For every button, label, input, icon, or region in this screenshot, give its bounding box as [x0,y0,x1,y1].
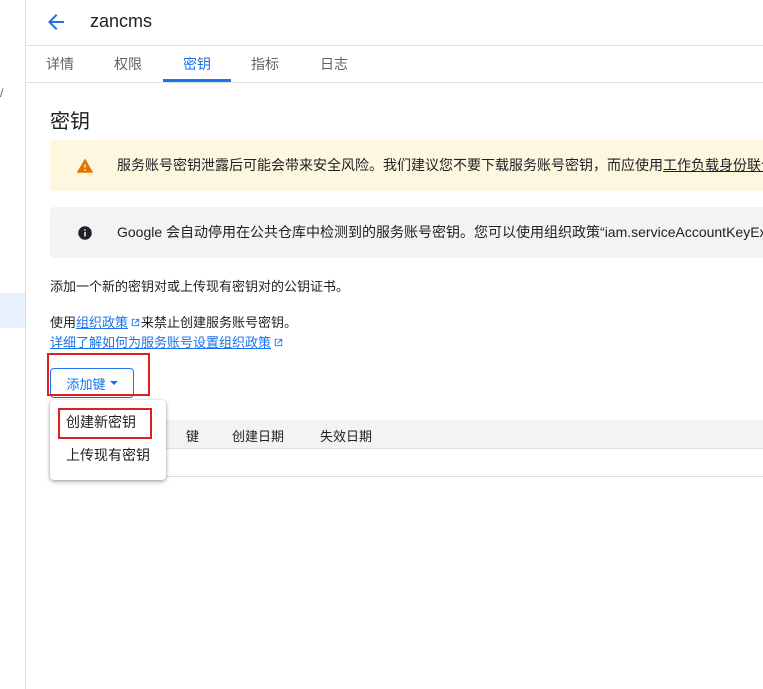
policy-suffix: 来禁止创建服务账号密钥。 [141,315,298,330]
add-key-label: 添加键 [66,376,106,392]
tab-metrics[interactable]: 指标 [241,46,289,82]
warning-text: 服务账号密钥泄露后可能会带来安全风险。我们建议您不要下载服务账号密钥，而应使用 [117,157,663,173]
learn-more-line: 详细了解如何为服务账号设置组织政策 [50,332,284,351]
workload-identity-link[interactable]: 工作负载身份联合 [663,157,763,173]
learn-more-link[interactable]: 详细了解如何为服务账号设置组织政策 [50,335,271,350]
left-nav-rail: / [0,0,26,689]
page-title: zancms [90,11,153,31]
warning-banner: 服务账号密钥泄露后可能会带来安全风险。我们建议您不要下载服务账号密钥，而应使用工… [50,140,763,191]
tab-permissions[interactable]: 权限 [104,46,152,82]
rail-mark: / [0,86,4,100]
back-arrow-icon[interactable] [44,10,68,34]
info-banner: Google 会自动停用在公共仓库中检测到的服务账号密钥。您可以使用组织政策“i… [50,207,763,258]
active-tab-indicator [163,79,231,82]
column-header-expires: 失效日期 [320,429,373,444]
warning-icon [76,158,94,173]
column-header-key: 键 [186,429,200,444]
rail-selected-item[interactable] [0,293,25,328]
policy-line: 使用组织政策 来禁止创建服务账号密钥。 [50,312,297,331]
external-link-icon [131,318,140,327]
menu-item-upload-existing-key[interactable]: 上传现有密钥 [66,445,150,465]
info-text: Google 会自动停用在公共仓库中检测到的服务账号密钥。您可以使用组织政策“i… [117,224,763,240]
tab-bar: 详情 权限 密钥 指标 日志 [26,46,763,83]
page-header: zancms [26,0,763,46]
keys-description: 添加一个新的密钥对或上传现有密钥对的公钥证书。 [50,279,350,294]
column-header-created: 创建日期 [232,429,285,444]
menu-item-create-new-key[interactable]: 创建新密钥 [66,412,136,432]
caret-down-icon [109,381,118,385]
section-title: 密钥 [50,111,90,133]
add-key-button[interactable]: 添加键 [50,368,134,398]
tab-keys[interactable]: 密钥 [163,46,231,82]
add-key-menu: 创建新密钥 上传现有密钥 [50,400,166,480]
org-policy-link[interactable]: 组织政策 [76,315,128,330]
policy-prefix: 使用 [50,315,77,330]
tab-details[interactable]: 详情 [36,46,84,82]
tab-logs[interactable]: 日志 [310,46,358,82]
external-link-icon [274,338,283,347]
info-icon [78,226,92,240]
